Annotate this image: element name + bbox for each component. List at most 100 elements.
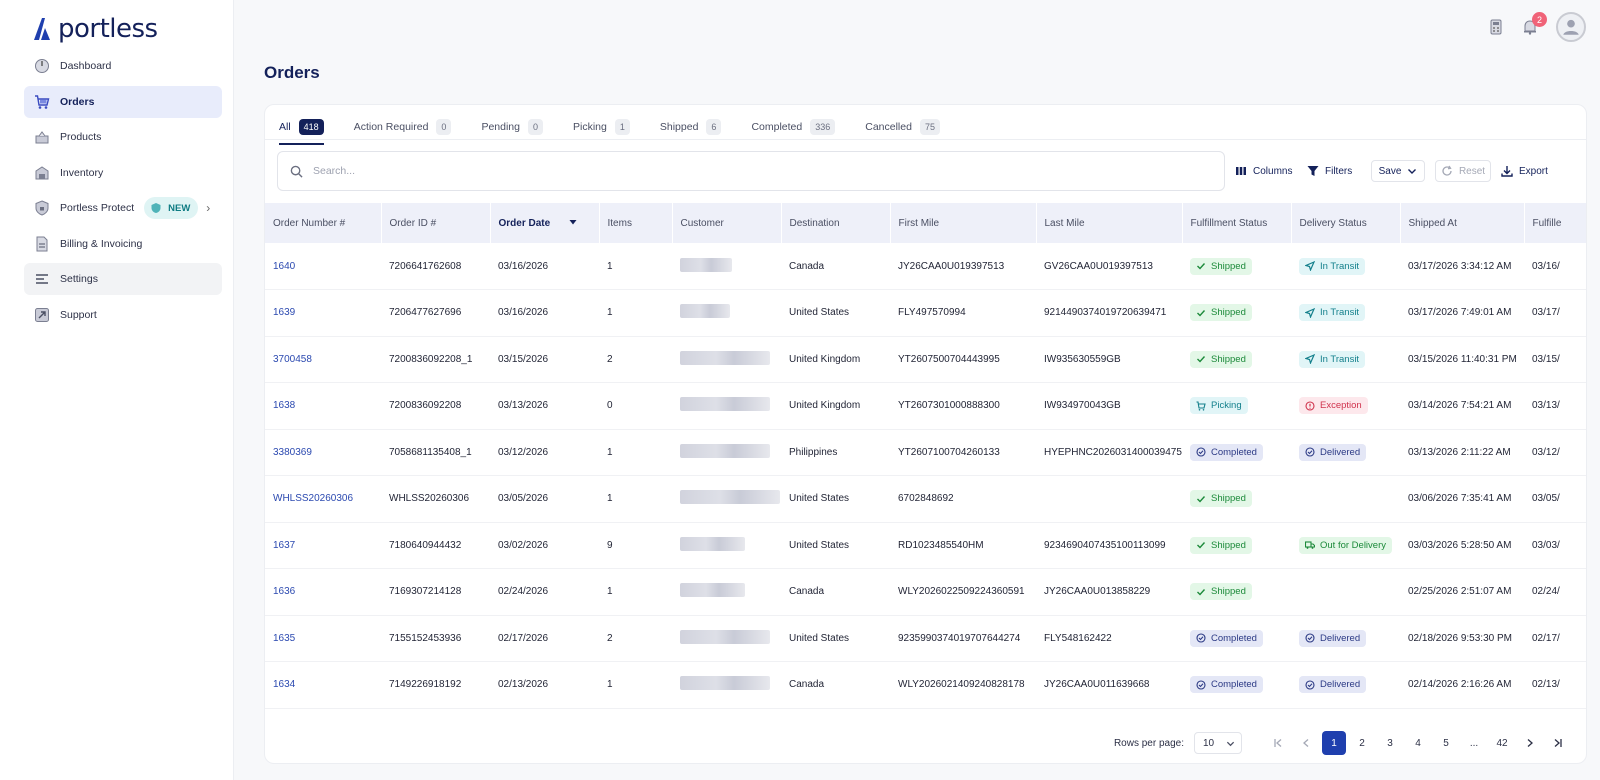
table-row[interactable]: 3380369 7058681135408_1 03/12/2026 1 Philipp… — [265, 429, 1586, 476]
column-header-items[interactable]: Items — [599, 203, 673, 243]
table-row[interactable]: 1640 7206641762608 03/16/2026 1 Canada JY26CA… — [265, 243, 1586, 290]
order-number-link[interactable]: 1636 — [265, 568, 381, 616]
tab-picking[interactable]: Picking 1 — [573, 113, 630, 141]
tab-cancelled[interactable]: Cancelled 75 — [865, 113, 940, 141]
order-number-link[interactable]: 1637 — [265, 522, 381, 569]
table-row[interactable]: 1634 7149226918192 02/13/2026 1 Canada WLY202… — [265, 661, 1586, 709]
tab-all[interactable]: All 418 — [279, 113, 324, 145]
order-date-cell: 03/15/2026 — [490, 336, 599, 383]
table-row[interactable]: 3700458 7200836092208_1 03/15/2026 2 United … — [265, 336, 1586, 383]
sidebar-item-label: Dashboard — [60, 60, 112, 72]
order-number-link[interactable]: 1638 — [265, 382, 381, 430]
status-pill: Shipped — [1190, 583, 1252, 601]
last-page-icon[interactable] — [1546, 731, 1570, 755]
fulfillment-status-cell: Shipped — [1182, 522, 1291, 569]
column-header-order-number[interactable]: Order Number # — [265, 203, 382, 243]
table-row[interactable]: 1639 7206477627696 03/16/2026 1 United State… — [265, 289, 1586, 337]
last-mile-cell: JY26CAA0U013858229 — [1036, 568, 1182, 616]
column-header-destination[interactable]: Destination — [781, 203, 891, 243]
sidebar-item-inventory[interactable]: Inventory — [24, 157, 222, 189]
first-mile-cell: YT2607100704260133 — [890, 429, 1036, 476]
filters-button[interactable]: Filters — [1307, 161, 1352, 181]
fulfillment-status-cell: Completed — [1182, 661, 1291, 709]
status-pill: Exception — [1299, 397, 1368, 415]
page-button[interactable]: 4 — [1406, 731, 1430, 755]
destination-cell: Canada — [781, 661, 890, 709]
first-mile-cell: YT2607500704443995 — [890, 336, 1036, 383]
tab-pending[interactable]: Pending 0 — [481, 113, 543, 141]
column-header-last-mile[interactable]: Last Mile — [1036, 203, 1183, 243]
order-number-link[interactable]: 1640 — [265, 243, 381, 290]
destination-cell: United States — [781, 289, 890, 337]
table-row[interactable]: 1637 7180640944432 03/02/2026 9 United State… — [265, 522, 1586, 569]
first-mile-cell: YT2607301000888300 — [890, 382, 1036, 430]
destination-cell: United Kingdom — [781, 336, 890, 383]
table-row[interactable]: WHLSS20260306 WHLSS20260306 03/05/2026 1 Uni… — [265, 475, 1586, 523]
reset-button[interactable]: Reset — [1435, 160, 1491, 182]
export-button[interactable]: Export — [1501, 161, 1548, 181]
customer-cell — [672, 243, 781, 290]
chevron-down-icon — [1408, 169, 1417, 174]
destination-cell: United States — [781, 475, 890, 523]
tab-shipped[interactable]: Shipped 6 — [660, 113, 722, 141]
status-pill: Shipped — [1190, 350, 1252, 368]
page-button[interactable]: 2 — [1350, 731, 1374, 755]
items-cell: 1 — [599, 661, 672, 709]
order-number-link[interactable]: 1635 — [265, 615, 381, 662]
sidebar-item-portless-protect[interactable]: Portless Protect NEW › — [24, 192, 222, 224]
sidebar-item-dashboard[interactable]: Dashboard — [24, 50, 222, 82]
column-header-order-id[interactable]: Order ID # — [381, 203, 491, 243]
sidebar-item-products[interactable]: Products — [24, 121, 222, 153]
next-page-icon[interactable] — [1518, 731, 1542, 755]
truck-icon — [1305, 541, 1315, 550]
sidebar-item-billing[interactable]: Billing & Invoicing — [24, 228, 222, 260]
page-button[interactable]: 3 — [1378, 731, 1402, 755]
brand-logo[interactable]: portless — [32, 14, 158, 44]
fulfillment-status-cell: Picking — [1182, 382, 1291, 430]
table-toolbar: Columns Filters Save Reset Export — [277, 151, 1586, 191]
calculator-icon[interactable] — [1488, 19, 1504, 35]
check-icon — [1197, 263, 1206, 270]
status-pill: Picking — [1190, 397, 1248, 415]
user-avatar[interactable] — [1556, 12, 1586, 42]
column-header-shipped-at[interactable]: Shipped At — [1400, 203, 1525, 243]
first-page-icon[interactable] — [1266, 731, 1290, 755]
order-number-link[interactable]: 3700458 — [265, 336, 381, 383]
page-button-last[interactable]: 42 — [1490, 731, 1514, 755]
column-header-customer[interactable]: Customer — [672, 203, 782, 243]
order-date-cell: 02/24/2026 — [490, 568, 599, 616]
dashboard-icon — [34, 58, 50, 74]
column-header-delivery-status[interactable]: Delivery Status — [1291, 203, 1401, 243]
order-number-link[interactable]: 1639 — [265, 289, 381, 337]
shipped-at-cell: 03/13/2026 2:11:22 AM — [1400, 429, 1524, 476]
status-pill-label: Exception — [1320, 400, 1362, 412]
column-header-order-date[interactable]: Order Date — [490, 203, 600, 243]
order-number-link[interactable]: 1634 — [265, 661, 381, 709]
columns-button[interactable]: Columns — [1235, 161, 1292, 181]
order-id-cell: 7200836092208_1 — [381, 336, 490, 383]
rows-per-page-select[interactable]: 10 — [1194, 732, 1242, 754]
bell-icon[interactable]: 2 — [1522, 12, 1547, 35]
order-number-link[interactable]: 3380369 — [265, 429, 381, 476]
table-row[interactable]: 1635 7155152453936 02/17/2026 2 United State… — [265, 615, 1586, 662]
column-header-fulfillment-status[interactable]: Fulfillment Status — [1182, 203, 1292, 243]
order-number-link[interactable]: WHLSS20260306 — [265, 475, 381, 523]
shipped-at-cell: 03/17/2026 3:34:12 AM — [1400, 243, 1524, 290]
save-button[interactable]: Save — [1371, 160, 1425, 182]
status-pill: In Transit — [1299, 304, 1366, 322]
page-button[interactable]: 5 — [1434, 731, 1458, 755]
shipped-at-cell: 03/06/2026 7:35:41 AM — [1400, 475, 1524, 523]
box-icon — [34, 129, 50, 145]
search-input[interactable] — [313, 165, 1193, 177]
previous-page-icon[interactable] — [1294, 731, 1318, 755]
column-header-first-mile[interactable]: First Mile — [890, 203, 1037, 243]
sidebar-item-support[interactable]: Support — [24, 299, 222, 331]
tab-completed[interactable]: Completed 336 — [751, 113, 836, 141]
table-row[interactable]: 1636 7169307214128 02/24/2026 1 Canada WLY202… — [265, 568, 1586, 616]
tab-action-required[interactable]: Action Required 0 — [354, 113, 452, 141]
page-button-current[interactable]: 1 — [1322, 731, 1346, 755]
sidebar-item-settings[interactable]: Settings — [24, 263, 222, 295]
column-header-fulfilled-at[interactable]: Fulfille — [1524, 203, 1586, 243]
table-row[interactable]: 1638 7200836092208 03/13/2026 0 United Kingd… — [265, 382, 1586, 430]
sidebar-item-orders[interactable]: Orders — [24, 85, 222, 118]
